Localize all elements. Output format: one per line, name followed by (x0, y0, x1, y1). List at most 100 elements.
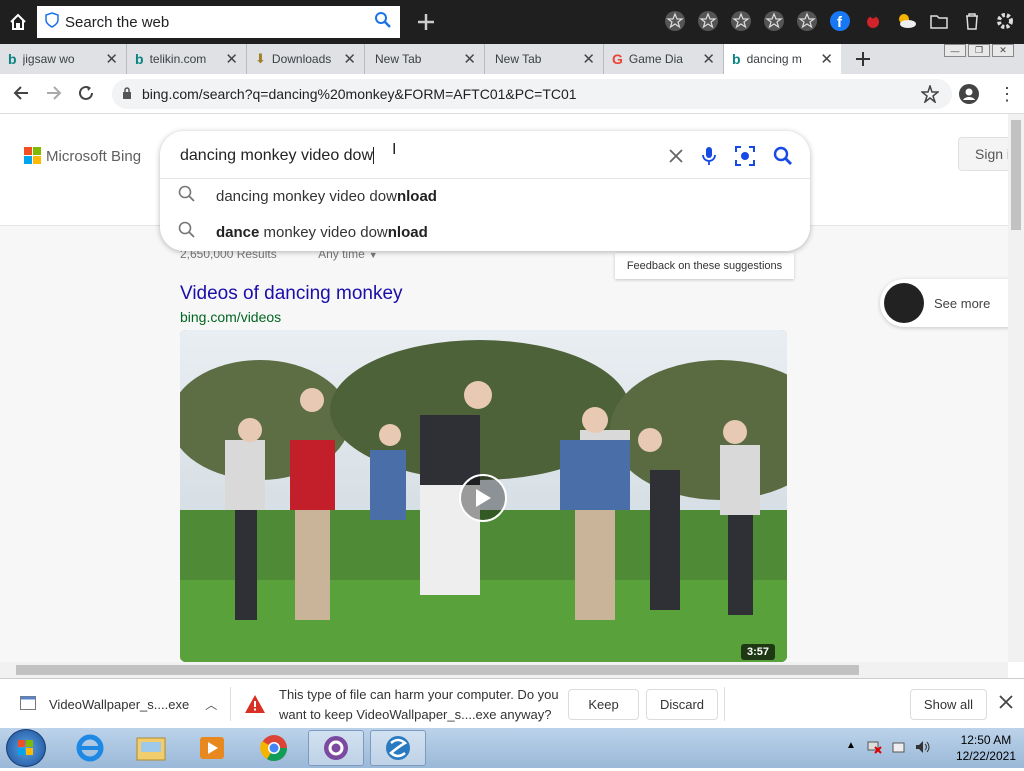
tab-label: Game Dia (628, 52, 683, 66)
vertical-scrollbar[interactable] (1008, 114, 1024, 662)
facebook-icon[interactable]: f (826, 6, 853, 36)
close-icon[interactable]: ✕ (820, 50, 833, 68)
tab-label: jigsaw wo (22, 52, 75, 66)
system-clock[interactable]: 12:50 AM 12/22/2021 (956, 732, 1016, 764)
close-icon[interactable]: ✕ (225, 50, 238, 68)
app-swirl-icon[interactable] (370, 730, 426, 766)
forward-icon[interactable] (45, 84, 63, 107)
suggestion-item[interactable]: dance monkey video dow nload (178, 217, 428, 247)
chrome-icon[interactable] (246, 730, 302, 766)
star-icon[interactable] (694, 6, 721, 36)
search-icon[interactable] (771, 145, 795, 167)
reload-icon[interactable] (77, 84, 95, 107)
trash-icon[interactable] (958, 6, 985, 36)
scrollbar-thumb[interactable] (16, 665, 859, 675)
menu-icon[interactable]: ⋮ (998, 85, 1016, 103)
windows-logo-icon (18, 740, 33, 755)
app-circle-icon[interactable] (308, 730, 364, 766)
tray-expand-icon[interactable]: ▲ (846, 740, 856, 751)
restore-button[interactable]: ❐ (968, 44, 990, 57)
tab-new-2[interactable]: New Tab ✕ (485, 44, 604, 74)
weather-icon[interactable] (892, 6, 919, 36)
download-warning: This type of file can harm your computer… (279, 685, 569, 725)
download-icon: ⬇ (255, 51, 266, 66)
close-icon[interactable]: ✕ (105, 50, 118, 68)
windows-taskbar: ▲ 12:50 AM 12/22/2021 (0, 728, 1024, 768)
bing-logo[interactable]: Microsoft Bing (24, 147, 141, 165)
warning-icon (244, 679, 266, 729)
tab-downloads[interactable]: ⬇ Downloads ✕ (247, 44, 365, 74)
address-bar[interactable]: bing.com/search?q=dancing%20monkey&FORM=… (112, 79, 952, 109)
add-icon[interactable] (412, 9, 440, 35)
scrollbar-thumb[interactable] (1011, 120, 1021, 230)
internet-explorer-icon[interactable] (62, 730, 118, 766)
text-cursor-ibeam-icon: I (392, 141, 397, 158)
chevron-up-icon[interactable]: ︿ (205, 696, 217, 713)
tab-new-1[interactable]: New Tab ✕ (365, 44, 485, 74)
close-icon[interactable]: ✕ (582, 50, 595, 68)
close-icon[interactable]: ✕ (343, 50, 356, 68)
suggestion-item[interactable]: dancing monkey video dow nload (178, 181, 437, 211)
close-window-button[interactable]: ✕ (992, 44, 1014, 57)
show-all-button[interactable]: Show all (910, 689, 987, 720)
search-box[interactable]: dancing monkey video dow I dancing monke… (160, 131, 810, 251)
star-icon[interactable] (760, 6, 787, 36)
new-tab-button[interactable] (841, 44, 885, 74)
star-icon[interactable] (727, 6, 754, 36)
visual-search-icon[interactable] (733, 145, 757, 167)
back-icon[interactable] (12, 84, 30, 107)
url-text: bing.com/search?q=dancing%20monkey&FORM=… (142, 86, 577, 102)
start-button[interactable] (6, 729, 46, 767)
clock-date: 12/22/2021 (955, 749, 1016, 763)
microphone-icon[interactable] (697, 145, 721, 167)
tab-jigsaw[interactable]: b jigsaw wo ✕ (0, 44, 127, 74)
search-input[interactable]: dancing monkey video dow (180, 147, 375, 165)
chevron-down-icon[interactable]: ▼ (369, 250, 378, 260)
play-button[interactable] (459, 474, 507, 522)
tab-label: telikin.com (149, 52, 207, 66)
sign-in-button[interactable]: Sign i (958, 137, 1008, 171)
clear-icon[interactable] (664, 145, 688, 167)
web-search-box[interactable]: Search the web (37, 6, 400, 38)
discard-button[interactable]: Discard (646, 689, 718, 720)
video-thumbnail[interactable]: 3:57 (180, 330, 787, 662)
minimize-button[interactable]: — (944, 44, 966, 57)
battery-icon[interactable] (891, 739, 907, 760)
google-icon: G (612, 51, 623, 67)
close-icon[interactable] (999, 695, 1013, 714)
video-results-title[interactable]: Videos of dancing monkey (180, 283, 403, 305)
close-icon[interactable]: ✕ (463, 50, 476, 68)
suggestion-bold: nload (396, 187, 437, 205)
file-explorer-icon[interactable] (123, 730, 179, 766)
network-error-icon[interactable] (866, 739, 882, 760)
star-icon[interactable] (793, 6, 820, 36)
volume-icon[interactable] (914, 739, 932, 760)
tab-dancing[interactable]: b dancing m ✕ (724, 44, 841, 74)
divider (724, 687, 725, 721)
text-cursor (373, 147, 375, 165)
search-icon[interactable] (374, 11, 392, 34)
home-icon[interactable] (0, 0, 36, 44)
horizontal-scrollbar[interactable] (0, 662, 1008, 678)
see-more-button[interactable]: See more (880, 279, 1008, 327)
video-duration: 3:57 (740, 644, 775, 660)
feedback-link[interactable]: Feedback on these suggestions (615, 253, 794, 279)
close-icon[interactable]: ✕ (702, 50, 715, 68)
keep-button[interactable]: Keep (568, 689, 639, 720)
suggestion-plain: monkey video dow (259, 223, 388, 241)
tab-game-diary[interactable]: G Game Dia ✕ (604, 44, 724, 74)
download-filename: VideoWallpaper_s....exe (49, 696, 190, 712)
web-search-label: Search the web (65, 13, 170, 31)
tab-telikin[interactable]: b telikin.com ✕ (127, 44, 247, 74)
tab-label: New Tab (375, 52, 422, 66)
clock-time: 12:50 AM (960, 733, 1012, 747)
star-icon[interactable] (661, 6, 688, 36)
bookmark-star-icon[interactable] (919, 83, 941, 108)
ladybug-icon[interactable] (859, 6, 886, 36)
gear-icon[interactable] (991, 6, 1018, 36)
profile-icon[interactable] (959, 84, 979, 109)
media-player-icon[interactable] (184, 730, 240, 766)
folder-icon[interactable] (925, 6, 952, 36)
video-source[interactable]: bing.com/videos (180, 309, 281, 325)
download-item[interactable]: VideoWallpaper_s....exe ︿ (20, 679, 217, 729)
